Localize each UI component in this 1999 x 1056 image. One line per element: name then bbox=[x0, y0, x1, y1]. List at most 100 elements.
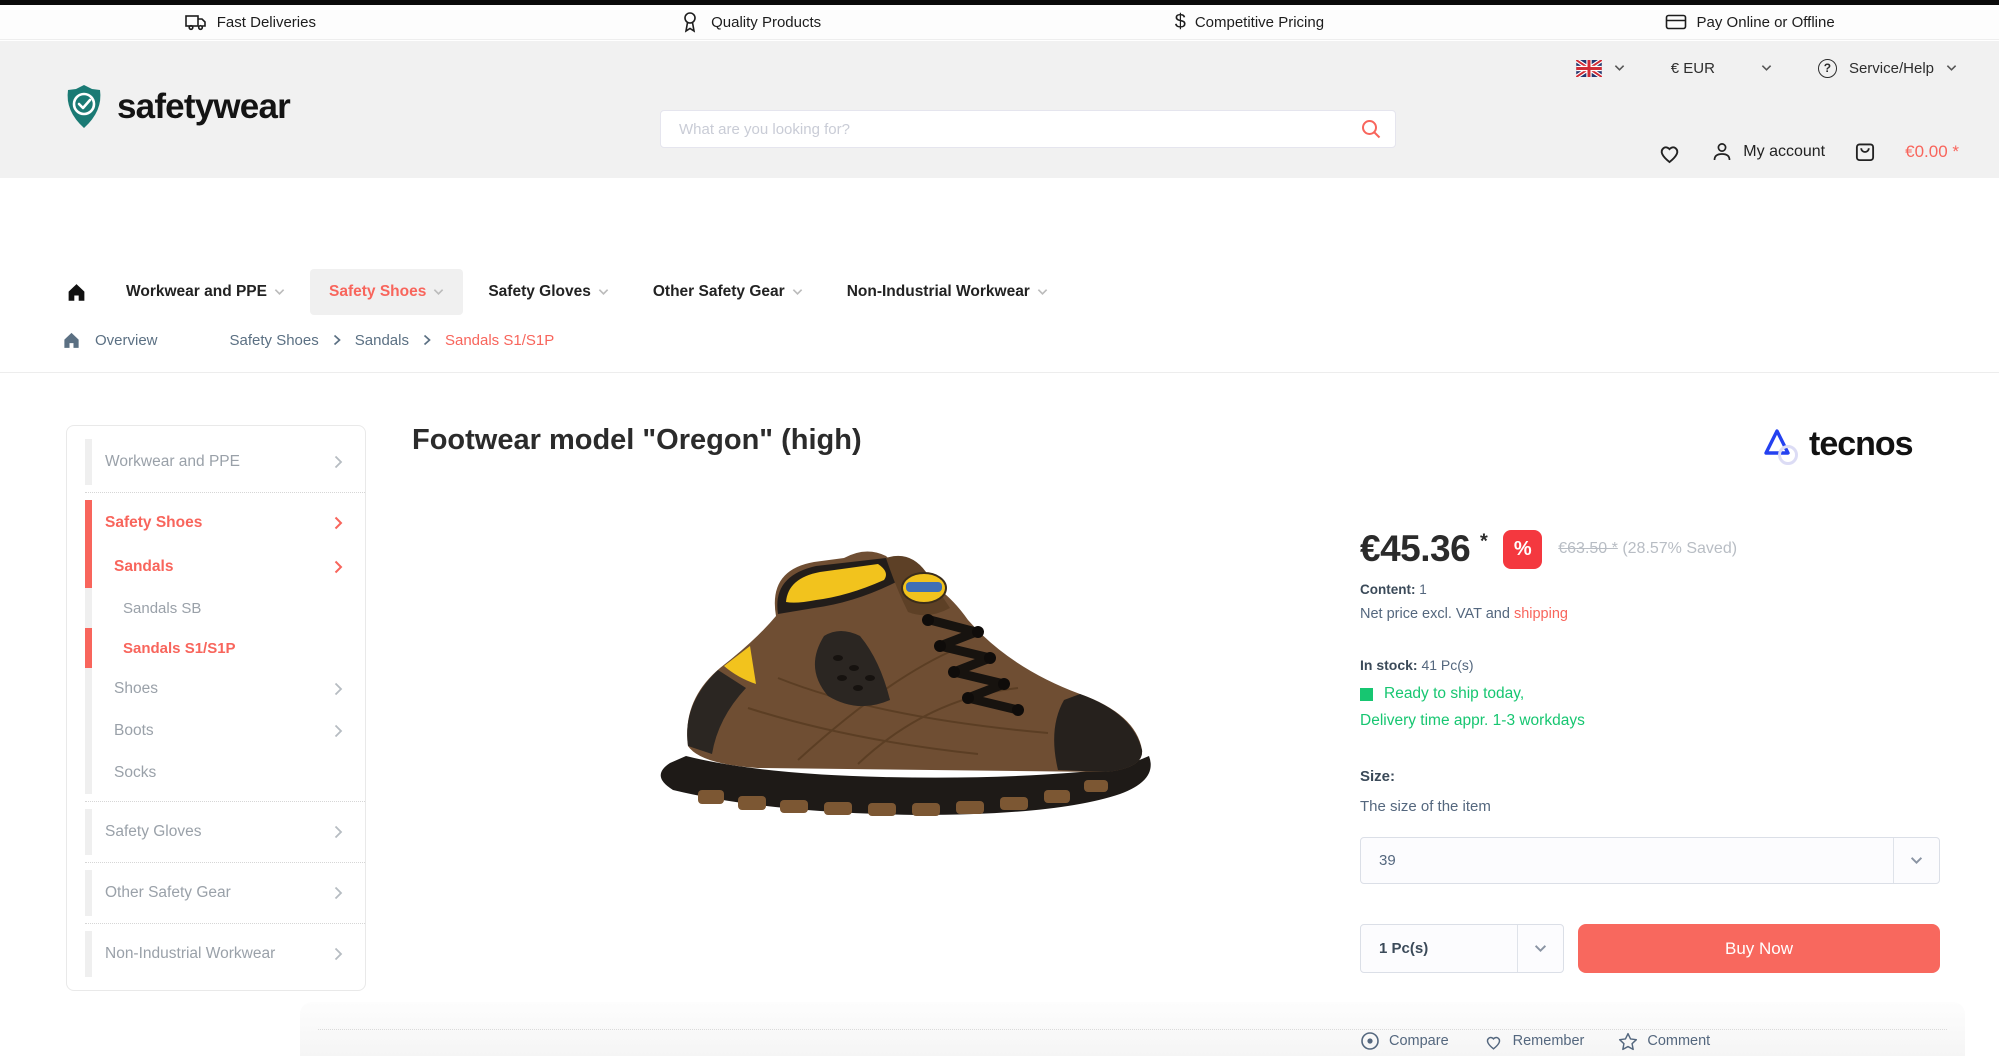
chevron-down-icon bbox=[1761, 64, 1772, 72]
content-row: Content: 1 bbox=[1360, 582, 1940, 597]
breadcrumb: Overview Safety Shoes Sandals Sandals S1… bbox=[62, 331, 554, 349]
sidebar-item-safety-shoes[interactable]: Safety Shoes bbox=[67, 500, 365, 546]
sidebar-item-label: Sandals bbox=[114, 558, 174, 575]
chevron-down-icon bbox=[1037, 289, 1048, 296]
sidebar-item-other-safety-gear[interactable]: Other Safety Gear bbox=[67, 870, 365, 916]
chevron-right-icon bbox=[334, 682, 343, 696]
search-input[interactable] bbox=[661, 120, 1347, 138]
comment-action[interactable]: Comment bbox=[1618, 1032, 1710, 1051]
quantity-select[interactable]: 1 Pc(s) bbox=[1360, 924, 1564, 973]
star-icon bbox=[1618, 1032, 1638, 1051]
cart-total[interactable]: €0.00 * bbox=[1905, 142, 1959, 162]
sidebar-item-non-industrial[interactable]: Non-Industrial Workwear bbox=[67, 931, 365, 977]
chevron-right-icon bbox=[334, 724, 343, 738]
sidebar-item-label: Safety Shoes bbox=[105, 514, 203, 531]
home-icon[interactable] bbox=[62, 331, 81, 349]
chevron-down-icon bbox=[1517, 925, 1563, 972]
sidebar-item-socks[interactable]: Socks bbox=[67, 752, 365, 794]
header-actions: My account €0.00 * bbox=[1656, 139, 1959, 165]
chevron-down-icon bbox=[1614, 64, 1625, 72]
credit-card-icon bbox=[1664, 10, 1688, 34]
sidebar-item-workwear-ppe[interactable]: Workwear and PPE bbox=[67, 439, 365, 485]
page-title: Footwear model "Oregon" (high) bbox=[412, 424, 862, 456]
nav-item-safety-shoes[interactable]: Safety Shoes bbox=[309, 269, 464, 315]
buy-now-button[interactable]: Buy Now bbox=[1578, 924, 1940, 973]
stock-value: 41 Pc(s) bbox=[1421, 657, 1474, 673]
benefit-label: Competitive Pricing bbox=[1194, 13, 1325, 31]
service-help-menu[interactable]: ? Service/Help bbox=[1817, 58, 1957, 78]
chevron-down-icon bbox=[598, 289, 609, 296]
action-label: Comment bbox=[1647, 1033, 1711, 1049]
chevron-right-icon bbox=[334, 825, 343, 839]
category-sidebar: Workwear and PPE Safety Shoes Sandals Sa… bbox=[66, 425, 366, 991]
product-image[interactable] bbox=[628, 528, 1173, 818]
chevron-right-icon bbox=[334, 455, 343, 469]
nav-label: Safety Gloves bbox=[488, 283, 591, 300]
product-price: €45.36 * bbox=[1360, 528, 1488, 569]
sidebar-item-label: Sandals S1/S1P bbox=[123, 639, 236, 657]
nav-item-other-safety-gear[interactable]: Other Safety Gear bbox=[634, 269, 822, 315]
sidebar-item-boots[interactable]: Boots bbox=[67, 710, 365, 752]
sidebar-divider bbox=[85, 862, 365, 863]
benefit-label: Quality Products bbox=[711, 13, 822, 31]
breadcrumb-overview[interactable]: Overview bbox=[95, 332, 158, 349]
brand-logo[interactable]: safetywear bbox=[62, 83, 291, 131]
sidebar-item-label: Shoes bbox=[114, 680, 158, 697]
cart-bag-icon[interactable] bbox=[1852, 139, 1878, 165]
brand-name: safetywear bbox=[117, 87, 291, 126]
compare-icon bbox=[1360, 1031, 1380, 1051]
currency-selector[interactable]: € EUR bbox=[1671, 60, 1772, 77]
breadcrumb-sandals-s1s1p[interactable]: Sandals S1/S1P bbox=[445, 332, 554, 349]
award-icon bbox=[678, 10, 702, 34]
search-icon bbox=[1360, 118, 1382, 140]
sidebar-divider bbox=[85, 801, 365, 802]
wishlist-heart-icon[interactable] bbox=[1656, 140, 1683, 165]
chevron-right-icon bbox=[334, 560, 343, 574]
manufacturer-name: tecnos bbox=[1809, 424, 1914, 463]
size-label: Size: bbox=[1360, 768, 1396, 785]
stock-label: In stock: bbox=[1360, 657, 1418, 673]
nav-item-workwear-ppe[interactable]: Workwear and PPE bbox=[107, 269, 304, 315]
sidebar-item-sandals[interactable]: Sandals bbox=[67, 546, 365, 588]
shipping-link[interactable]: shipping bbox=[1514, 606, 1568, 622]
uk-flag-icon bbox=[1575, 59, 1602, 77]
chevron-down-icon bbox=[434, 289, 444, 296]
net-price-text: Net price excl. VAT and bbox=[1360, 606, 1510, 622]
tecnos-logo-icon bbox=[1758, 422, 1806, 466]
sidebar-item-sandals-sb[interactable]: Sandals SB bbox=[67, 588, 365, 628]
breadcrumb-sandals[interactable]: Sandals bbox=[355, 332, 409, 349]
currency-label: € EUR bbox=[1670, 59, 1715, 77]
benefit-competitive-pricing: $ Competitive Pricing bbox=[1000, 12, 1500, 32]
net-price-row: Net price excl. VAT and shipping bbox=[1360, 606, 1940, 622]
sidebar-item-sandals-s1s1p[interactable]: Sandals S1/S1P bbox=[67, 628, 365, 668]
chevron-right-icon bbox=[333, 334, 341, 346]
action-label: Compare bbox=[1389, 1033, 1449, 1049]
size-description: The size of the item bbox=[1360, 798, 1491, 815]
breadcrumb-safety-shoes[interactable]: Safety Shoes bbox=[230, 332, 319, 349]
sidebar-item-label: Safety Gloves bbox=[105, 823, 202, 840]
benefits-bar: Fast Deliveries Quality Products $ Compe… bbox=[0, 0, 1999, 40]
delivery-text: Delivery time appr. 1-3 workdays bbox=[1360, 712, 1585, 729]
nav-item-non-industrial[interactable]: Non-Industrial Workwear bbox=[828, 269, 1067, 315]
heart-icon bbox=[1483, 1032, 1504, 1051]
chevron-down-icon bbox=[792, 289, 802, 296]
compare-action[interactable]: Compare bbox=[1360, 1031, 1449, 1051]
language-selector[interactable] bbox=[1575, 59, 1625, 77]
search-bar bbox=[660, 110, 1396, 148]
nav-item-safety-gloves[interactable]: Safety Gloves bbox=[469, 269, 628, 315]
benefit-pay-online: Pay Online or Offline bbox=[1499, 10, 1999, 34]
search-button[interactable] bbox=[1347, 111, 1395, 147]
my-account-link[interactable]: My account bbox=[1710, 140, 1825, 164]
sidebar-item-safety-gloves[interactable]: Safety Gloves bbox=[67, 809, 365, 855]
sidebar-item-label: Other Safety Gear bbox=[105, 884, 231, 901]
size-select[interactable]: 39 bbox=[1360, 837, 1940, 884]
home-icon[interactable] bbox=[52, 282, 101, 302]
stock-row: In stock: 41 Pc(s) bbox=[1360, 657, 1940, 673]
nav-label: Workwear and PPE bbox=[126, 283, 267, 300]
manufacturer-logo[interactable]: tecnos bbox=[1758, 422, 1914, 466]
ready-row: Ready to ship today, bbox=[1360, 685, 1940, 703]
old-price: €63.50 * bbox=[1558, 540, 1618, 557]
remember-action[interactable]: Remember bbox=[1483, 1032, 1584, 1051]
sidebar-item-label: Sandals SB bbox=[123, 599, 202, 617]
sidebar-item-shoes[interactable]: Shoes bbox=[67, 668, 365, 710]
